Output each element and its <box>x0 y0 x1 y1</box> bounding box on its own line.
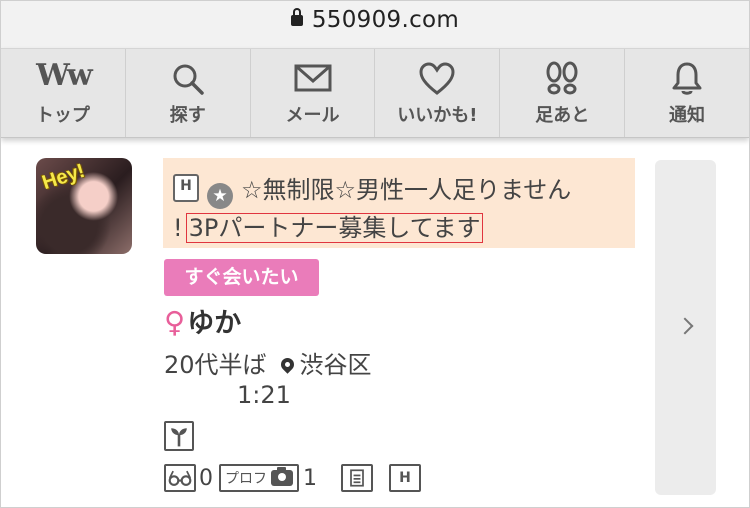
nav-label-mail: メール <box>285 105 340 126</box>
screen: 550909.com Ww トップ 探す メール いいかも! 足あと 通知 He <box>0 0 750 508</box>
status-tag: すぐ会いたい <box>164 259 319 296</box>
sprout-icon <box>164 421 194 451</box>
browser-url-bar[interactable]: 550909.com <box>1 1 749 48</box>
message-highlight: 3Pパートナー募集してます <box>185 213 484 243</box>
nav-label-footprints: 足あと <box>535 105 590 126</box>
views-count: 0 <box>199 465 213 491</box>
post-time: 1:21 <box>237 381 291 409</box>
heart-icon <box>419 62 455 95</box>
message-line-1: H ★ ☆無制限☆男性一人足りません <box>173 170 571 209</box>
nav-item-like[interactable]: いいかも! <box>375 49 501 137</box>
message-line-2: ! 3Pパートナー募集してます <box>173 208 484 243</box>
avatar[interactable]: Hey! <box>36 158 132 254</box>
document-icon <box>341 464 373 492</box>
user-name-row: ♀ゆか <box>164 301 241 340</box>
open-detail-button[interactable] <box>655 160 716 495</box>
message-box[interactable]: H ★ ☆無制限☆男性一人足りません ! 3Pパートナー募集してます <box>163 158 635 248</box>
nav-item-mail[interactable]: メール <box>251 49 376 137</box>
user-location: 渋谷区 <box>299 351 372 379</box>
user-info-row: 20代半ば 渋谷区 <box>164 345 372 380</box>
search-icon <box>173 64 204 95</box>
location-pin-icon <box>277 355 297 374</box>
h-badge-text: H <box>180 178 192 194</box>
female-icon: ♀ <box>164 305 186 339</box>
h-badge-icon: H <box>173 174 199 202</box>
ww-logo-icon: Ww <box>36 58 93 93</box>
nav-label-top: トップ <box>35 105 90 126</box>
footprints-icon <box>546 61 578 95</box>
nav-label-notifications: 通知 <box>669 105 706 126</box>
logo-text: Ww <box>36 58 93 93</box>
user-age: 20代半ば <box>164 351 267 379</box>
glasses-icon <box>164 464 196 492</box>
nav-item-notifications[interactable]: 通知 <box>625 49 749 137</box>
avatar-sticker-text: Hey! <box>39 159 88 195</box>
message-text-1: ☆無制限☆男性一人足りません <box>241 176 572 204</box>
top-nav: Ww トップ 探す メール いいかも! 足あと 通知 <box>1 48 749 138</box>
user-name: ゆか <box>187 308 242 339</box>
camera-icon <box>271 467 293 486</box>
stats-row: 0 プロフ 1 H <box>164 462 421 494</box>
nav-label-search: 探す <box>169 105 206 126</box>
url-display[interactable]: 550909.com <box>1 7 749 33</box>
prof-photo-badge: プロフ <box>219 464 299 492</box>
h-badge-small-icon: H <box>389 464 421 492</box>
h-badge-small-text: H <box>399 470 411 486</box>
chevron-right-icon <box>676 317 694 335</box>
nav-item-search[interactable]: 探す <box>126 49 251 137</box>
bell-icon <box>672 62 702 95</box>
nav-label-like: いいかも! <box>397 105 478 126</box>
nav-item-top[interactable]: Ww トップ <box>1 49 126 137</box>
lock-icon <box>290 8 303 26</box>
message-prefix: ! <box>173 214 183 242</box>
nav-item-footprints[interactable]: 足あと <box>500 49 626 137</box>
prof-label: プロフ <box>225 471 267 487</box>
url-text: 550909.com <box>311 7 460 33</box>
star-badge-icon: ★ <box>207 183 233 209</box>
photo-count: 1 <box>303 465 317 491</box>
mail-icon <box>294 64 332 92</box>
